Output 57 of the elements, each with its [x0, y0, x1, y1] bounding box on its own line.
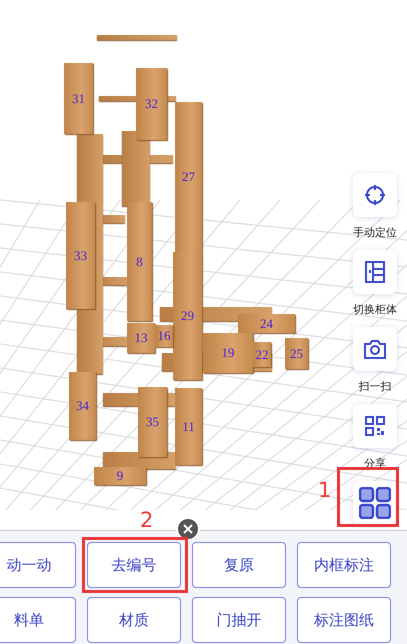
board-number: 25 [290, 346, 303, 362]
board-number: 31 [72, 90, 85, 106]
cabinet-board[interactable]: 16 [155, 325, 173, 347]
board-number: 8 [136, 254, 143, 270]
tool-button[interactable] [353, 173, 397, 217]
cabinet-board[interactable]: 24 [238, 314, 295, 333]
board-number: 11 [182, 418, 195, 434]
grid-icon [359, 487, 391, 519]
action-button[interactable]: 去编号 [87, 542, 181, 588]
cabinet-icon [365, 261, 385, 283]
board-number: 22 [256, 346, 268, 362]
action-button[interactable]: 动一动 [0, 542, 76, 588]
callout-frame [337, 467, 399, 527]
board-number: 32 [145, 96, 158, 112]
action-button[interactable]: 门抽开 [192, 597, 286, 643]
cabinet-board[interactable]: 33 [66, 202, 95, 309]
action-button[interactable]: 内框标注 [297, 542, 391, 588]
tool-label: 扫一扫 [358, 379, 392, 394]
cabinet-board[interactable]: 29 [173, 252, 202, 380]
tool-label: 切换柜体 [353, 302, 397, 317]
cabinet-board[interactable]: 22 [253, 342, 271, 367]
cabinet-board[interactable]: 27 [175, 102, 202, 252]
action-button[interactable]: 复原 [192, 542, 286, 588]
board-number: 29 [181, 308, 194, 324]
cabinet-board[interactable]: 11 [175, 388, 202, 465]
action-button[interactable]: 料单 [0, 597, 76, 643]
cabinet-board[interactable]: 31 [64, 63, 93, 134]
cabinet-board[interactable]: 9 [94, 467, 146, 485]
board-number: 13 [134, 330, 148, 346]
callout-number: 1 [318, 478, 332, 502]
cabinet-board[interactable]: 25 [285, 338, 308, 369]
camera-icon [364, 339, 386, 359]
board-number: 35 [146, 414, 159, 430]
cabinet-board[interactable]: 19 [203, 333, 253, 373]
board-number: 27 [182, 169, 195, 185]
cabinet-board[interactable]: 34 [69, 372, 96, 440]
board-number: 19 [222, 345, 234, 361]
tool-label: 手动定位 [353, 225, 397, 240]
close-icon [183, 524, 193, 534]
tool-button[interactable] [353, 327, 397, 371]
crosshair-icon [364, 184, 386, 206]
board-number: 24 [260, 316, 273, 332]
cabinet-board[interactable]: 13 [127, 323, 155, 353]
tool-button[interactable] [353, 404, 397, 448]
board-number: 33 [74, 248, 87, 264]
cabinet-board[interactable]: 35 [138, 387, 167, 457]
action-button[interactable]: 标注图纸 [297, 597, 391, 643]
board-number: 16 [158, 328, 170, 344]
tool-button[interactable] [353, 481, 397, 525]
board-number: 34 [76, 398, 89, 414]
cabinet-board[interactable]: 8 [127, 202, 152, 321]
tool-button[interactable] [353, 250, 397, 294]
board-number: 9 [116, 468, 124, 484]
qr-code-icon [365, 416, 385, 436]
cabinet-board[interactable]: 32 [136, 68, 167, 140]
action-button[interactable]: 材质 [87, 597, 181, 643]
callout-number: 2 [140, 508, 154, 532]
